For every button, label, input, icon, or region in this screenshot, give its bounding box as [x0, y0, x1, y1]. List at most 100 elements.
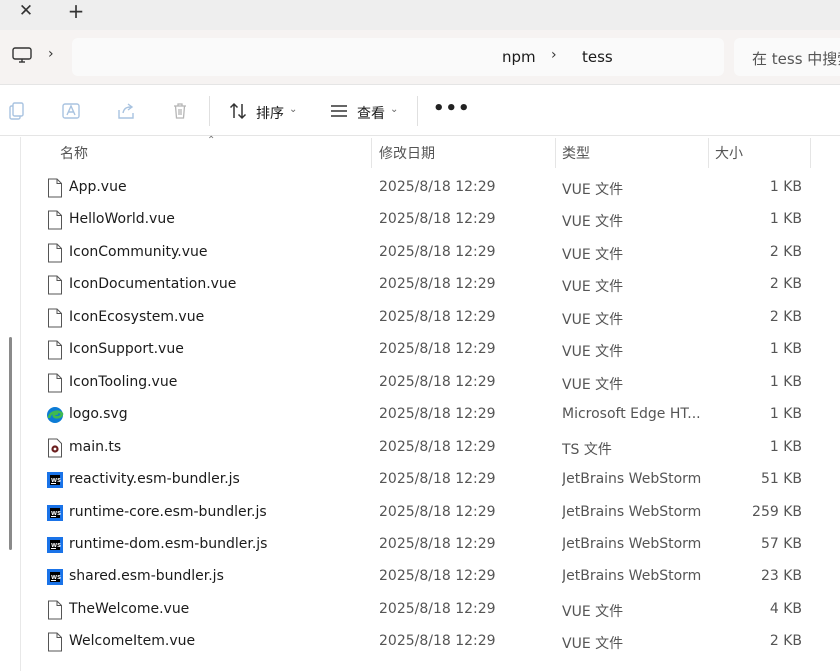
file-modified-date: 2025/8/18 12:29: [379, 600, 496, 617]
file-type: Microsoft Edge HT...: [562, 406, 701, 423]
file-name: App.vue: [69, 179, 127, 195]
blank-file-icon: [46, 308, 64, 328]
column-header-size[interactable]: 大小: [715, 143, 743, 163]
file-row[interactable]: App.vue 2025/8/18 12:29 VUE 文件 1 KB: [40, 172, 812, 204]
file-row[interactable]: WS reactivity.esm-bundler.js 2025/8/18 12:…: [40, 464, 812, 496]
sort-button[interactable]: 排序: [256, 103, 284, 123]
view-button[interactable]: 查看: [357, 103, 385, 123]
this-pc-icon[interactable]: [12, 47, 32, 63]
share-icon[interactable]: [116, 101, 136, 121]
address-bar[interactable]: [72, 38, 724, 76]
file-type: VUE 文件: [562, 636, 624, 653]
toolbar-divider: [209, 96, 210, 126]
chevron-down-icon[interactable]: ⌄: [289, 104, 297, 115]
new-tab-icon[interactable]: +: [58, 0, 94, 24]
rename-icon[interactable]: [61, 101, 81, 121]
blank-file-icon: [46, 275, 64, 295]
blank-file-icon: [46, 210, 64, 230]
file-name: TheWelcome.vue: [69, 600, 190, 617]
breadcrumb-npm[interactable]: npm: [502, 48, 536, 66]
file-name: WelcomeItem.vue: [69, 633, 196, 650]
file-size: 1 KB: [769, 179, 802, 195]
file-row[interactable]: TheWelcome.vue 2025/8/18 12:29 VUE 文件 4 KB: [40, 594, 812, 626]
close-tab-icon[interactable]: ✕: [8, 0, 44, 24]
webstorm-icon: WS: [46, 567, 64, 587]
file-row[interactable]: WS runtime-dom.esm-bundler.js 2025/8/18 12…: [40, 529, 812, 561]
file-type: JetBrains WebStorm: [562, 535, 702, 552]
copy-icon[interactable]: [7, 101, 27, 121]
file-row[interactable]: WS runtime-core.esm-bundler.js 2025/8/18 1…: [40, 497, 812, 529]
file-type: VUE 文件: [562, 376, 624, 393]
file-size: 2 KB: [769, 276, 802, 293]
file-name: main.ts: [69, 438, 122, 455]
breadcrumb-separator[interactable]: ›: [551, 47, 557, 63]
file-modified-date: 2025/8/18 12:29: [379, 535, 496, 552]
column-header-type[interactable]: 类型: [562, 143, 590, 163]
file-modified-date: 2025/8/18 12:29: [379, 406, 496, 423]
search-input[interactable]: 在 tess 中搜索: [734, 38, 840, 76]
file-name: shared.esm-bundler.js: [69, 568, 224, 585]
blank-file-icon: [46, 373, 64, 393]
file-type: VUE 文件: [562, 279, 624, 296]
file-size: 57 KB: [760, 535, 802, 552]
navigation-pane-edge: [20, 137, 21, 671]
column-header-modified[interactable]: 修改日期: [379, 143, 435, 163]
file-size: 1 KB: [769, 341, 802, 358]
ts-file-icon: [46, 438, 64, 458]
breadcrumb-separator[interactable]: ›: [48, 46, 54, 62]
sort-icon[interactable]: [228, 101, 248, 121]
file-type: TS 文件: [562, 441, 612, 458]
file-name: IconSupport.vue: [69, 341, 184, 358]
file-row[interactable]: HelloWorld.vue 2025/8/18 12:29 VUE 文件 1 KB: [40, 204, 812, 236]
delete-icon[interactable]: [170, 101, 190, 121]
column-header-name[interactable]: 名称: [60, 143, 88, 163]
file-modified-date: 2025/8/18 12:29: [379, 179, 496, 195]
file-row[interactable]: WS shared.esm-bundler.js 2025/8/18 12:29 Je…: [40, 561, 812, 593]
column-separator[interactable]: [555, 138, 556, 168]
view-icon[interactable]: [329, 101, 349, 121]
file-size: 1 KB: [769, 373, 802, 390]
file-type: VUE 文件: [562, 311, 624, 328]
file-size: 1 KB: [769, 406, 802, 423]
toolbar-divider: [417, 96, 418, 126]
file-modified-date: 2025/8/18 12:29: [379, 568, 496, 585]
file-type: VUE 文件: [562, 246, 624, 263]
file-size: 2 KB: [769, 308, 802, 325]
file-type: JetBrains WebStorm: [562, 568, 702, 585]
file-size: 1 KB: [769, 211, 802, 228]
file-type: VUE 文件: [562, 603, 624, 620]
file-size: 259 KB: [752, 503, 802, 520]
file-row[interactable]: IconEcosystem.vue 2025/8/18 12:29 VUE 文件 2 …: [40, 302, 812, 334]
more-options-button[interactable]: •••: [433, 100, 470, 120]
sort-ascending-icon: ⌃: [207, 135, 216, 146]
blank-file-icon: [46, 243, 64, 263]
file-type: VUE 文件: [562, 182, 624, 198]
file-size: 4 KB: [769, 600, 802, 617]
file-name: logo.svg: [69, 406, 128, 423]
blank-file-icon: [46, 340, 64, 360]
webstorm-icon: WS: [46, 470, 64, 490]
file-row[interactable]: logo.svg 2025/8/18 12:29 Microsoft Edge HT…: [40, 399, 812, 431]
file-row[interactable]: IconSupport.vue 2025/8/18 12:29 VUE 文件 1 KB: [40, 334, 812, 366]
file-type: VUE 文件: [562, 214, 624, 231]
scrollbar-thumb[interactable]: [9, 337, 12, 550]
file-row[interactable]: IconTooling.vue 2025/8/18 12:29 VUE 文件 1 KB: [40, 367, 812, 399]
chevron-down-icon[interactable]: ⌄: [390, 104, 398, 115]
file-name: runtime-dom.esm-bundler.js: [69, 535, 268, 552]
column-separator[interactable]: [371, 138, 372, 168]
file-row[interactable]: IconDocumentation.vue 2025/8/18 12:29 VUE …: [40, 269, 812, 301]
file-size: 1 KB: [769, 438, 802, 455]
file-row[interactable]: WelcomeItem.vue 2025/8/18 12:29 VUE 文件 2 KB: [40, 626, 812, 658]
file-modified-date: 2025/8/18 12:29: [379, 633, 496, 650]
column-separator[interactable]: [708, 138, 709, 168]
column-separator[interactable]: [810, 138, 811, 168]
file-row[interactable]: IconCommunity.vue 2025/8/18 12:29 VUE 文件 2 …: [40, 237, 812, 269]
blank-file-icon: [46, 632, 64, 652]
file-modified-date: 2025/8/18 12:29: [379, 243, 496, 260]
breadcrumb-tess[interactable]: tess: [582, 48, 613, 66]
file-modified-date: 2025/8/18 12:29: [379, 211, 496, 228]
file-name: IconCommunity.vue: [69, 243, 208, 260]
file-row[interactable]: main.ts 2025/8/18 12:29 TS 文件 1 KB: [40, 432, 812, 464]
file-modified-date: 2025/8/18 12:29: [379, 276, 496, 293]
file-modified-date: 2025/8/18 12:29: [379, 471, 496, 488]
